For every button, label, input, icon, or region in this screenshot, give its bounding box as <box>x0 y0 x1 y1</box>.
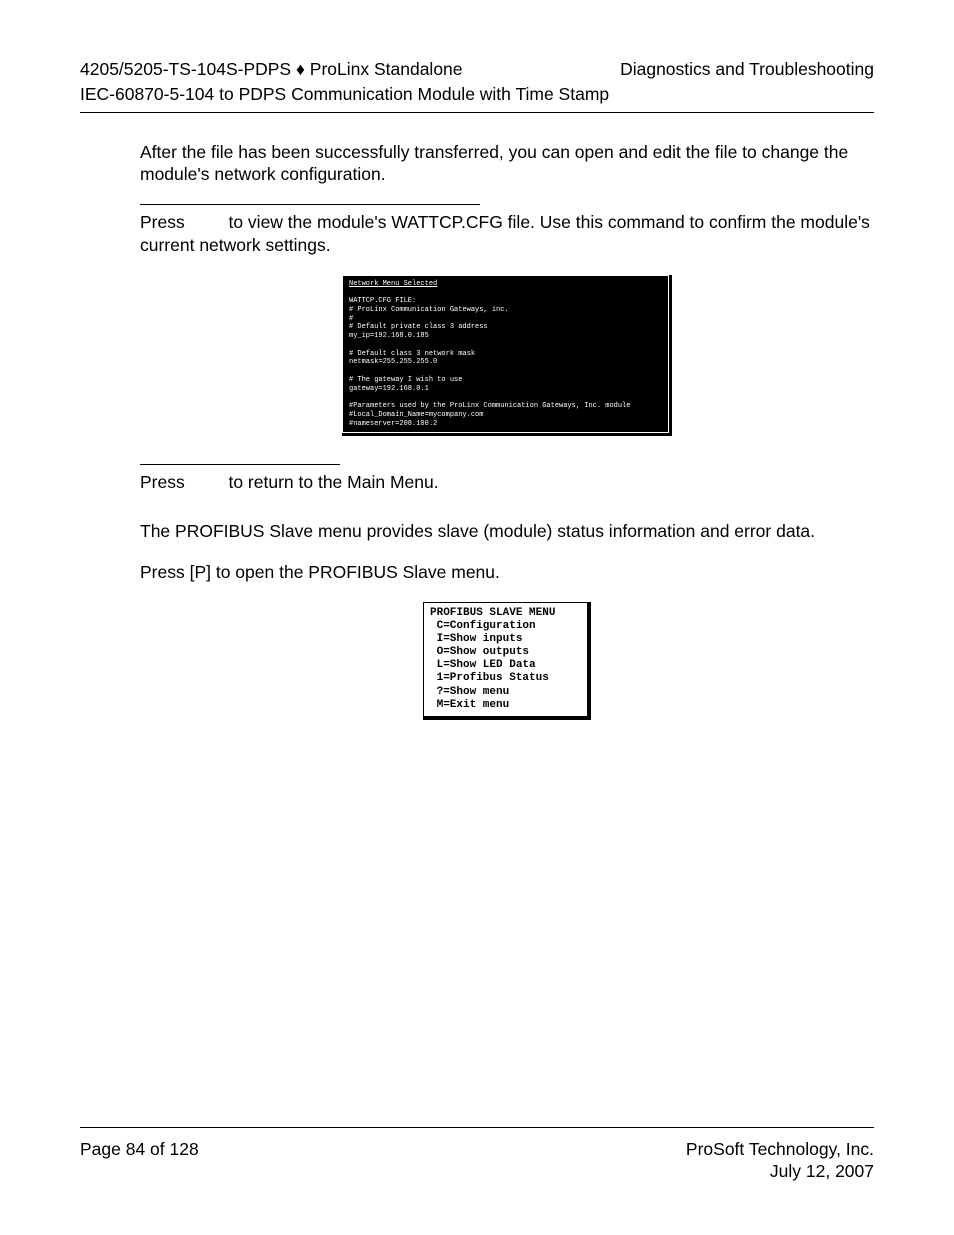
header-product: 4205/5205-TS-104S-PDPS <box>80 59 296 79</box>
paragraph-profibus-desc: The PROFIBUS Slave menu provides slave (… <box>140 520 874 543</box>
footer-page-number: Page 84 of 128 <box>80 1138 199 1184</box>
terminal-shadow: PROFIBUS SLAVE MENU C=Configuration I=Sh… <box>423 602 591 721</box>
header-section: Diagnostics and Troubleshooting <box>620 58 874 81</box>
header-subtitle: IEC-60870-5-104 to PDPS Communication Mo… <box>80 83 874 106</box>
press-return-line: Press to return to the Main Menu. <box>140 471 874 494</box>
page-header: 4205/5205-TS-104S-PDPS ♦ ProLinx Standal… <box>80 58 874 81</box>
press-suffix: to return to the Main Menu. <box>224 472 439 492</box>
terminal-figure-profibus-menu: PROFIBUS SLAVE MENU C=Configuration I=Sh… <box>423 602 591 721</box>
page-body: After the file has been successfully tra… <box>80 113 874 721</box>
section-underline <box>140 464 340 465</box>
paragraph-profibus-press: Press [P] to open the PROFIBUS Slave men… <box>140 561 874 584</box>
page-footer: Page 84 of 128 ProSoft Technology, Inc. … <box>80 1127 874 1184</box>
diamond-icon: ♦ <box>296 59 305 79</box>
menu-screen: PROFIBUS SLAVE MENU C=Configuration I=Sh… <box>423 602 588 718</box>
terminal-screen: Network Menu Selected WATTCP.CFG FILE: #… <box>342 275 669 434</box>
footer-divider <box>80 1127 874 1128</box>
footer-right: ProSoft Technology, Inc. July 12, 2007 <box>686 1138 874 1184</box>
footer-date: July 12, 2007 <box>686 1160 874 1183</box>
header-left: 4205/5205-TS-104S-PDPS ♦ ProLinx Standal… <box>80 58 463 81</box>
press-prefix: Press <box>140 472 190 492</box>
footer-company: ProSoft Technology, Inc. <box>686 1138 874 1161</box>
section-underline <box>140 204 480 205</box>
page: 4205/5205-TS-104S-PDPS ♦ ProLinx Standal… <box>0 0 954 1235</box>
press-view-line: Press to view the module's WATTCP.CFG fi… <box>140 211 874 257</box>
terminal-figure-wattcp: Network Menu Selected WATTCP.CFG FILE: #… <box>342 275 672 437</box>
press-suffix: to view the module's WATTCP.CFG file. Us… <box>140 212 870 255</box>
header-brand: ProLinx Standalone <box>305 59 463 79</box>
terminal-shadow: Network Menu Selected WATTCP.CFG FILE: #… <box>342 275 672 437</box>
press-prefix: Press <box>140 212 190 232</box>
paragraph-intro: After the file has been successfully tra… <box>140 141 874 187</box>
